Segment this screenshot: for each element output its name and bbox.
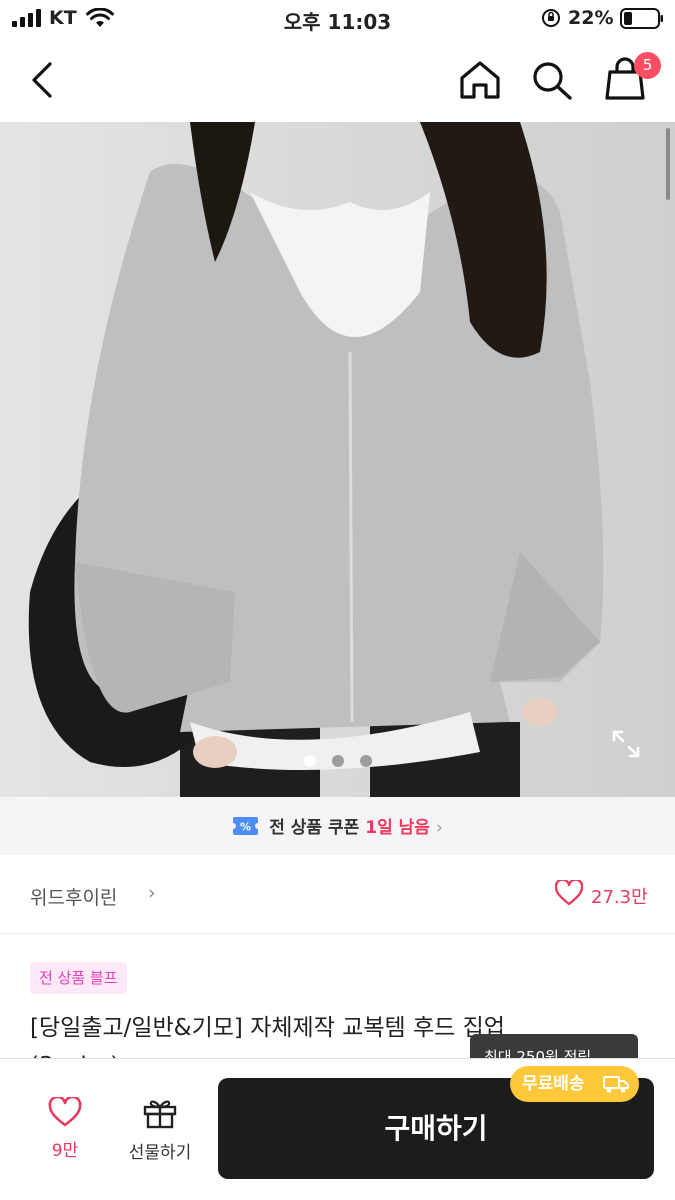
free-shipping-label: 무료배송 <box>522 1074 585 1094</box>
wishlist-button[interactable]: 9만 <box>28 1097 102 1177</box>
svg-text:%: % <box>240 821 251 834</box>
cart-count-badge: 5 <box>634 52 661 79</box>
gallery-dot[interactable] <box>303 755 316 767</box>
store-name-link[interactable]: 위드후이린 <box>30 883 117 910</box>
rotation-lock-icon <box>542 9 560 27</box>
store-row: 위드후이린 › 27.3만 <box>0 856 675 934</box>
coupon-icon: % <box>233 817 259 835</box>
gift-button[interactable]: 선물하기 <box>112 1097 208 1177</box>
top-navigation <box>0 38 675 122</box>
gallery-dot[interactable] <box>331 755 344 767</box>
scroll-indicator <box>666 128 670 200</box>
expand-icon[interactable] <box>610 728 642 760</box>
home-icon[interactable] <box>455 56 505 104</box>
chevron-right-icon: › <box>435 818 443 838</box>
free-shipping-badge: 무료배송 <box>510 1066 639 1102</box>
gift-label: 선물하기 <box>128 1143 192 1163</box>
gift-icon <box>143 1100 177 1129</box>
gallery-dot[interactable] <box>359 755 372 767</box>
promo-tag: 전 상품 블프 <box>30 962 127 994</box>
product-photo <box>0 122 675 797</box>
search-icon[interactable] <box>526 56 578 104</box>
wishlist-count: 9만 <box>51 1141 79 1161</box>
store-like-count: 27.3만 <box>591 887 648 908</box>
heart-icon <box>48 1097 82 1127</box>
coupon-banner[interactable]: % 전 상품 쿠폰 1일 남음 › <box>0 797 675 855</box>
gallery-pagination <box>0 752 675 771</box>
heart-icon <box>555 880 583 906</box>
battery-icon <box>620 8 663 29</box>
chevron-right-icon[interactable]: › <box>148 882 156 904</box>
battery-percent: 22% <box>568 7 614 29</box>
coupon-remaining: 1일 남음 <box>365 818 430 838</box>
truck-icon <box>603 1076 629 1093</box>
coupon-text: 전 상품 쿠폰 <box>269 818 360 838</box>
product-image-gallery[interactable] <box>0 122 675 797</box>
status-bar: KT 오후 11:03 22% <box>0 0 675 38</box>
back-icon[interactable] <box>24 58 64 102</box>
